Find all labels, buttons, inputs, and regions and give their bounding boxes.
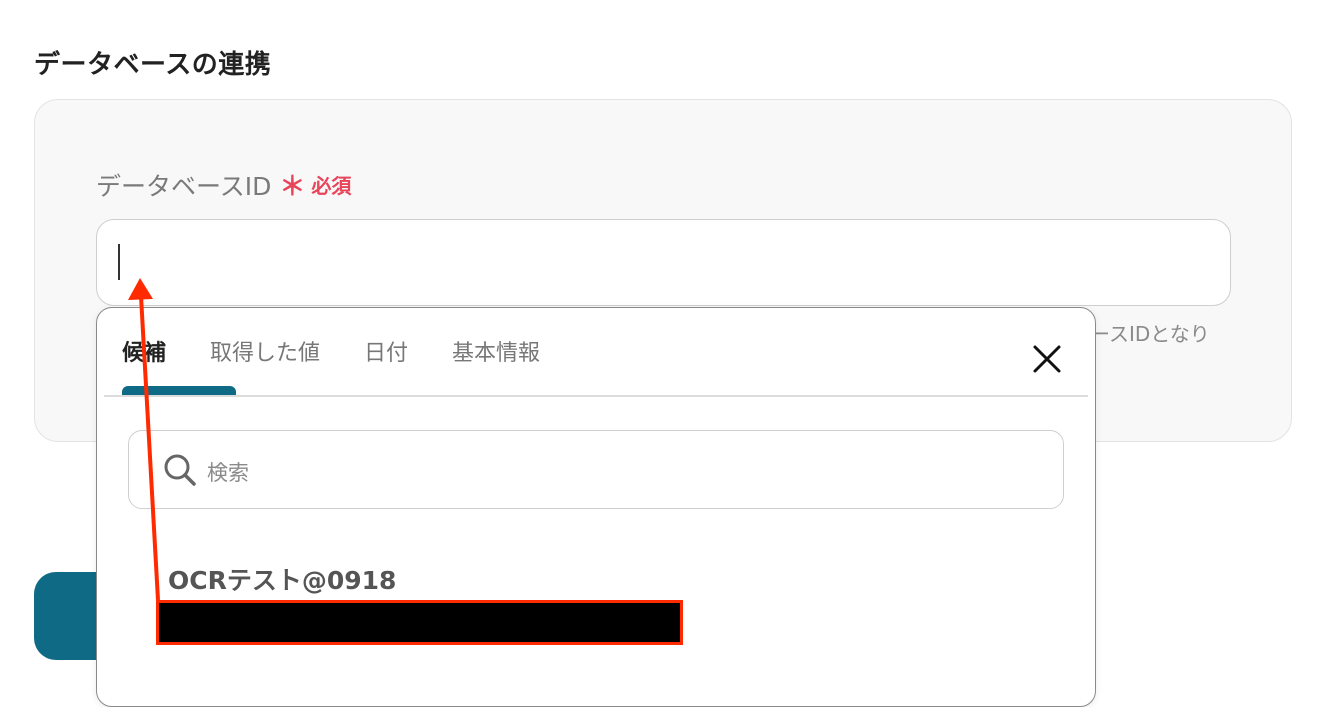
tab-basic-info[interactable]: 基本情報 xyxy=(434,330,558,390)
search-icon xyxy=(162,452,198,488)
required-badge: 必須 xyxy=(311,174,352,198)
section-title: データベースの連携 xyxy=(34,50,272,80)
database-id-label-text: データベースID xyxy=(96,171,272,201)
field-hint: ースIDとなり xyxy=(1090,322,1210,346)
redacted-candidate-id[interactable] xyxy=(156,600,683,645)
tabs-divider xyxy=(104,395,1088,397)
database-id-input[interactable] xyxy=(96,219,1231,306)
database-id-label: データベースID ＊ 必須 xyxy=(96,166,351,203)
text-caret xyxy=(118,244,120,280)
tab-date[interactable]: 日付 xyxy=(346,330,426,390)
tab-candidates[interactable]: 候補 xyxy=(104,330,184,390)
candidate-item-title[interactable]: OCRテスト@0918 xyxy=(168,561,396,597)
search-input[interactable] xyxy=(128,430,1064,509)
search-placeholder: 検索 xyxy=(207,461,249,485)
close-icon[interactable] xyxy=(1028,340,1066,378)
tab-retrieved-values[interactable]: 取得した値 xyxy=(192,330,338,390)
required-asterisk: ＊ xyxy=(279,172,306,202)
dropdown-tabs: 候補 取得した値 日付 基本情報 xyxy=(104,330,566,390)
